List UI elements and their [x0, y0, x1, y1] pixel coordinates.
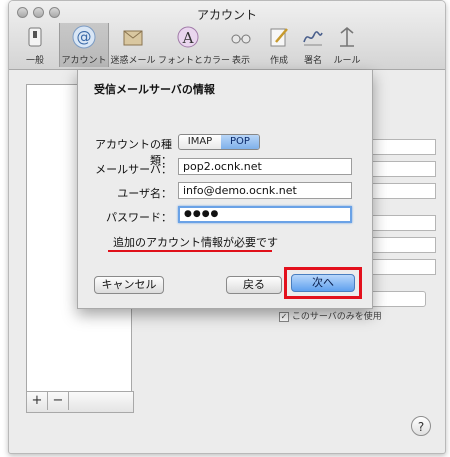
switch-icon: [28, 27, 42, 47]
account-type-segmented-control: IMAP POP: [178, 134, 260, 150]
svg-text:A: A: [182, 29, 194, 47]
back-button[interactable]: 戻る: [226, 276, 282, 294]
remove-account-button[interactable]: −: [48, 392, 69, 410]
glasses-icon: [231, 34, 251, 44]
sheet-title: 受信メールサーバの情報: [94, 83, 215, 96]
detail-field: [364, 237, 436, 253]
window-title: アカウント: [196, 8, 257, 22]
svg-text:@: @: [77, 28, 92, 46]
detail-field: [364, 161, 436, 177]
add-account-button[interactable]: +: [27, 392, 48, 410]
toolbar-rules[interactable]: ルール: [323, 23, 371, 67]
account-type-imap[interactable]: IMAP: [179, 135, 222, 149]
account-type-pop[interactable]: POP: [221, 135, 259, 149]
detail-field: [364, 215, 436, 231]
help-button[interactable]: ?: [411, 416, 431, 436]
detail-field: [364, 183, 436, 199]
incoming-server-sheet: 受信メールサーバの情報 アカウントの種類： IMAP POP メールサーバ： p…: [77, 70, 373, 309]
account-list-buttons: + −: [26, 391, 134, 413]
use-only-this-server-label: このサーバのみを使用: [291, 312, 382, 322]
signature-icon: [303, 31, 323, 46]
junk-mail-icon: [123, 30, 143, 46]
username-label: ユーザ名：: [117, 187, 172, 200]
toolbar-junk-mail[interactable]: 迷惑メール: [109, 23, 157, 67]
font-icon: A: [177, 26, 199, 48]
toolbar-fonts-colors-label: フォントとカラー: [158, 56, 231, 66]
cancel-button[interactable]: キャンセル: [94, 276, 164, 294]
titlebar: アカウント 一般 @ アカウント 迷惑メール A フォントとカラー 表示 作成 …: [9, 1, 445, 70]
at-icon: @: [72, 25, 96, 49]
password-label: パスワード：: [106, 211, 172, 224]
rules-icon: [340, 26, 354, 47]
password-field[interactable]: ●●●●: [178, 206, 352, 223]
username-field[interactable]: info@demo.ocnk.net: [178, 182, 352, 199]
detail-field: [364, 139, 436, 155]
toolbar-junk-mail-label: 迷惑メール: [110, 56, 156, 66]
mail-server-field[interactable]: pop2.ocnk.net: [178, 158, 352, 175]
detail-field: [364, 259, 436, 275]
toolbar-rules-label: ルール: [333, 56, 361, 66]
use-only-this-server-checkbox[interactable]: ✓ このサーバのみを使用: [279, 309, 382, 322]
toolbar-fonts-colors[interactable]: A フォントとカラー: [158, 23, 230, 67]
warning-underline: [108, 250, 272, 252]
mail-server-label: メールサーバ：: [95, 163, 172, 176]
checkbox-check-icon: ✓: [279, 311, 289, 322]
toolbar-general[interactable]: 一般: [11, 23, 59, 67]
toolbar-accounts[interactable]: @ アカウント: [59, 23, 109, 67]
warning-text: 追加のアカウント情報が必要です: [113, 236, 278, 249]
pencil-icon: [270, 28, 288, 47]
next-button-highlight-box: [284, 267, 362, 299]
